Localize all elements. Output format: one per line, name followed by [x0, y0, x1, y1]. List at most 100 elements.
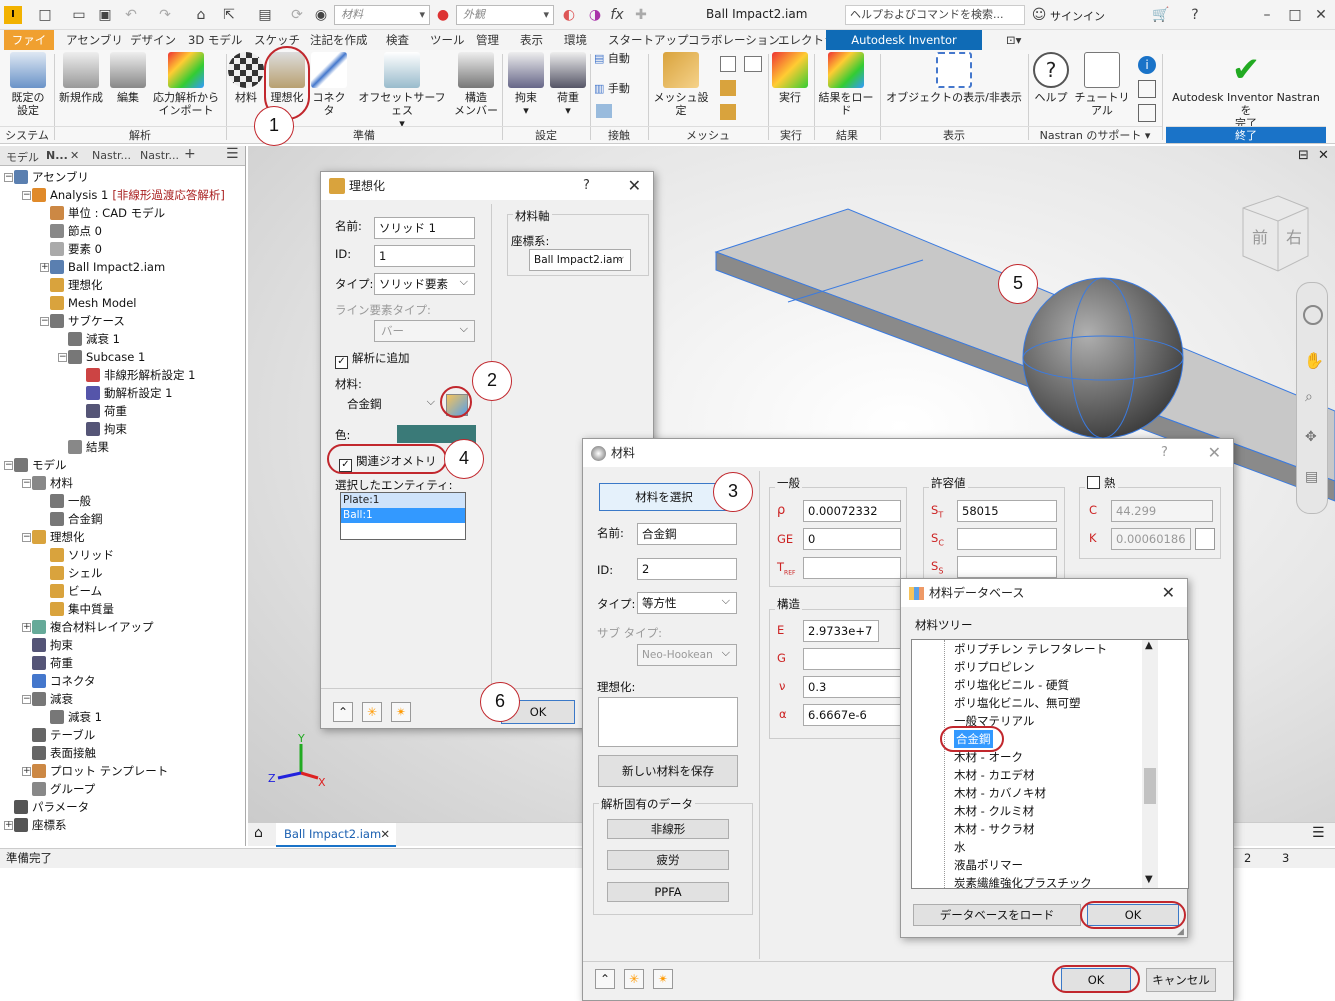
tree-expander-icon[interactable]: − [40, 317, 49, 326]
material-item[interactable]: 木材 - カバノキ材 [954, 784, 1046, 802]
tree-node[interactable]: モデル [14, 456, 67, 474]
load-button[interactable]: 荷重 ▾ [548, 52, 588, 117]
look-at-icon[interactable]: ▤ [1305, 469, 1318, 485]
k-field[interactable]: 0.00060186 [1111, 528, 1191, 550]
tree-node[interactable]: サブケース [50, 312, 125, 330]
tree-node[interactable]: 合金鋼 [50, 510, 103, 528]
viewport-split-icon[interactable]: ⊟ [1298, 148, 1309, 163]
db-close-icon[interactable]: ✕ [1162, 579, 1175, 607]
search-box[interactable]: ヘルプおよびコマンドを検索... [845, 5, 1025, 25]
browser-tab-model[interactable]: モデル [6, 149, 39, 165]
tree-node[interactable]: 非線形解析設定 1 [86, 366, 195, 384]
material-tree-list[interactable]: ▲ ▼ ポリプチレン テレフタレート ポリプロピレン ポリ塩化ビニル - 硬質 ポリ塩… [911, 639, 1189, 889]
run-button[interactable]: 実行 [770, 52, 810, 104]
mat-sparkle-icon[interactable]: ✳ [624, 969, 644, 989]
tab-view[interactable]: 表示 [514, 30, 549, 50]
tree-node[interactable]: 拘束 [86, 420, 127, 438]
select-material-button[interactable]: 材料を選択 [599, 483, 729, 511]
home-icon[interactable]: ⌂ [192, 6, 210, 24]
tree-expander-icon[interactable]: − [22, 479, 31, 488]
entity-item-selected[interactable]: Ball:1 [341, 508, 465, 523]
g-field[interactable] [803, 648, 901, 670]
tree-node[interactable]: 理想化 [50, 276, 103, 294]
show-hide-objects-button[interactable]: オブジェクトの表示/非表示 [884, 52, 1024, 104]
group-nastran-support[interactable]: Nastran のサポート ▾ [1028, 126, 1162, 143]
cart-icon[interactable]: 🛒 [1152, 6, 1170, 24]
new-file-icon[interactable]: □ [36, 6, 54, 24]
tree-node[interactable]: シェル [50, 564, 103, 582]
tab-assembly[interactable]: アセンブリ [60, 30, 129, 50]
tree-expander-icon[interactable]: + [4, 821, 13, 830]
material-item[interactable]: ポリ塩化ビニル、無可塑 [954, 694, 1081, 712]
home-tab-icon[interactable]: ⌂ [254, 825, 263, 841]
close-icon[interactable]: ✕ [1312, 6, 1330, 24]
material-select[interactable]: 合金鋼 [343, 392, 441, 416]
sc-field[interactable] [957, 528, 1057, 550]
tab-list-icon[interactable]: ☰ [1312, 825, 1325, 841]
fx-icon[interactable]: fx [608, 6, 626, 24]
maximize-icon[interactable]: □ [1286, 6, 1304, 24]
update-icon[interactable]: ⟳ [288, 6, 306, 24]
license-icon[interactable] [1138, 80, 1156, 98]
heat-checkbox[interactable]: 熱 [1085, 475, 1118, 491]
finish-nastran-button[interactable]: ✔ Autodesk Inventor Nastran を 完了 [1166, 52, 1326, 130]
tree-expander-icon[interactable]: + [22, 767, 31, 776]
material-cancel-button[interactable]: キャンセル [1146, 968, 1216, 992]
mesh-preview-icon[interactable] [720, 80, 736, 96]
tree-node[interactable]: プロット テンプレート [32, 762, 168, 780]
tree-expander-icon[interactable]: − [22, 695, 31, 704]
tree-node[interactable]: 節点 0 [50, 222, 102, 240]
contact-table-icon[interactable] [596, 104, 612, 118]
tab-collaborate[interactable]: コラボレーション [682, 30, 786, 50]
k-table-icon[interactable] [1195, 528, 1215, 550]
minimize-icon[interactable]: – [1258, 6, 1276, 24]
tab-design[interactable]: デザイン [124, 30, 182, 50]
help-icon[interactable]: ? [1186, 6, 1204, 24]
mat-idealize-list[interactable] [598, 697, 738, 747]
mesh-refine-icon[interactable] [720, 104, 736, 120]
tree-expander-icon[interactable]: + [40, 263, 49, 272]
material-combo[interactable]: 材料 [334, 5, 430, 25]
list-scrollbar[interactable]: ▲ ▼ [1142, 640, 1158, 888]
mat-collapse-icon[interactable]: ⌃ [595, 969, 615, 989]
tab-environments[interactable]: 環境 [558, 30, 593, 50]
help-button[interactable]: ? ヘルプ [1032, 52, 1070, 104]
tree-node[interactable]: Ball Impact2.iam [50, 258, 165, 276]
material-help-button[interactable]: ? [1161, 439, 1168, 467]
tree-expander-icon[interactable]: + [22, 623, 31, 632]
tab-file[interactable]: ファイル [4, 30, 54, 67]
tree-node[interactable]: 材料 [32, 474, 73, 492]
browser-menu-icon[interactable]: ☰ [226, 146, 239, 162]
load-database-button[interactable]: データベースをロード [913, 904, 1081, 926]
load-results-button[interactable]: 結果をロード [814, 52, 878, 117]
name-field[interactable]: ソリッド 1 [374, 217, 475, 239]
tab-annotate[interactable]: 注記を作成 [304, 30, 374, 50]
tref-field[interactable] [803, 557, 901, 579]
tab-manage[interactable]: 管理 [470, 30, 505, 50]
tree-node[interactable]: 動解析設定 1 [86, 384, 172, 402]
id-field[interactable]: 1 [374, 245, 475, 267]
doc-tab-close-icon[interactable]: ✕ [380, 823, 390, 845]
tree-node[interactable]: ビーム [50, 582, 102, 600]
scroll-thumb[interactable] [1144, 768, 1156, 804]
scroll-down-icon[interactable]: ▼ [1145, 874, 1153, 885]
tree-node[interactable]: 結果 [68, 438, 109, 456]
offset-surface-button[interactable]: オフセットサーフェス ▾ [356, 52, 448, 130]
material-item[interactable]: ポリ塩化ビニル - 硬質 [954, 676, 1069, 694]
viewport-close-icon[interactable]: ✕ [1318, 148, 1329, 163]
tree-expander-icon[interactable]: − [22, 191, 31, 200]
tree-node[interactable]: 一般 [50, 492, 91, 510]
tree-expander-icon[interactable]: − [4, 461, 13, 470]
mat-type-select[interactable]: 等方性 [637, 591, 737, 614]
info-icon[interactable]: i [1138, 56, 1156, 74]
doc-tab-ball-impact[interactable]: Ball Impact2.iam ✕ [276, 823, 396, 847]
type-select[interactable]: ソリッド要素 [374, 272, 475, 295]
connector-button[interactable]: コネクタ [308, 52, 350, 117]
tree-expander-icon[interactable]: − [4, 173, 13, 182]
browser-tab-nastran-3[interactable]: Nastr... [140, 149, 179, 162]
browser-tab-nastran[interactable]: N... [46, 149, 68, 162]
material-item[interactable]: 水 [954, 838, 966, 856]
sparkle-icon[interactable]: ✳ [362, 702, 382, 722]
signin-link[interactable]: サインイン [1050, 8, 1105, 24]
tree-node[interactable]: 荷重 [86, 402, 127, 420]
